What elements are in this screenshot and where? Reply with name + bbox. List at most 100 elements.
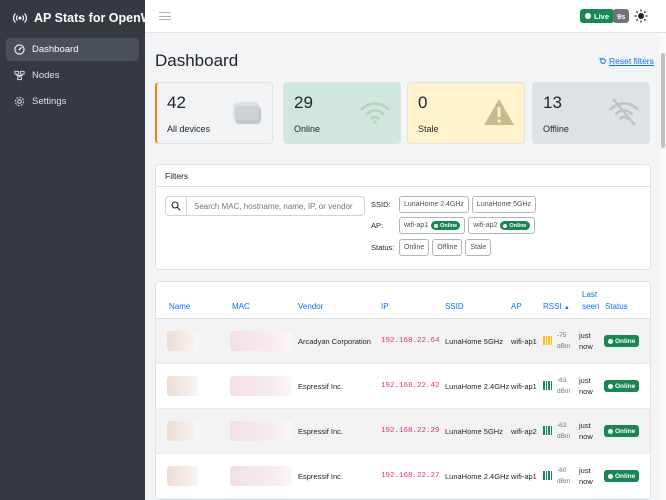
- cell-ip: 192.168.22.64: [381, 337, 440, 345]
- gauge-icon: [14, 44, 25, 55]
- table-row[interactable]: Espressif Inc. 192.168.22.29 LunaHome 5GHz…: [156, 409, 650, 454]
- table-row[interactable]: Espressif Inc. 192.168.22.27 LunaHome 2.4G…: [156, 454, 650, 499]
- status-dot-icon: [608, 383, 613, 389]
- cell-vendor: Espressif Inc.: [298, 472, 344, 481]
- cell-ap: wifi-ap1: [511, 382, 537, 391]
- sun-icon[interactable]: [634, 9, 648, 23]
- scrollbar-thumb[interactable]: [661, 53, 665, 148]
- ssid-chip[interactable]: LunaHome 2.4GHz: [399, 196, 469, 213]
- cell-last-seen: just now: [579, 376, 593, 396]
- sidebar-item-settings[interactable]: Settings: [6, 90, 139, 113]
- ssid-label: SSID:: [371, 200, 391, 209]
- table-row[interactable]: Arcadyan Corporation 192.168.22.64 LunaHom…: [156, 319, 650, 364]
- scrollbar[interactable]: [660, 33, 666, 500]
- status-dot-icon: [608, 428, 613, 434]
- card-offline[interactable]: 13 Offline: [532, 82, 650, 144]
- search-box: [165, 196, 365, 216]
- status-filter-row: Status: Online Offline Stale: [371, 239, 492, 256]
- card-value: 13: [543, 93, 562, 112]
- table-row[interactable]: Espressif Inc. 192.168.22.42 LunaHome 2.4G…: [156, 364, 650, 409]
- sidebar: AP Stats for OpenWrt Dashboard Nodes Set…: [0, 0, 161, 500]
- col-vendor[interactable]: Vendor: [298, 301, 323, 313]
- card-stale[interactable]: 0 Stale: [407, 82, 525, 144]
- cell-last-seen: just now: [579, 331, 593, 351]
- status-dot-icon: [608, 473, 613, 479]
- live-dot-icon: [585, 13, 591, 19]
- status-badge: Online: [604, 380, 640, 392]
- redacted-mac: [230, 376, 292, 396]
- sidebar-item-dashboard[interactable]: Dashboard: [6, 38, 139, 61]
- filters-title: Filters: [156, 165, 650, 187]
- ssid-chip[interactable]: LunaHome 5GHz: [471, 196, 537, 213]
- sidebar-nav: Dashboard Nodes Settings: [0, 35, 145, 119]
- cell-ap: wifi-ap1: [511, 337, 537, 346]
- redacted-name: [167, 331, 199, 351]
- cell-ip: 192.168.22.42: [381, 382, 440, 390]
- page-title: Dashboard: [155, 51, 239, 70]
- summary-cards: 42 All devices 29 Online 0 Stale 13 Offl…: [155, 82, 651, 144]
- col-last-seen[interactable]: Last seen: [582, 289, 599, 313]
- sort-up-icon: ▲: [563, 305, 570, 311]
- cell-ssid: LunaHome 2.4GHz: [445, 382, 510, 391]
- devices-table: Name MAC Vendor IP SSID AP RSSI ▲ Last se…: [155, 281, 651, 500]
- main-content: Dashboard Reset filters 42 All devices 2…: [145, 33, 666, 500]
- reset-icon: [599, 57, 606, 64]
- status-chip[interactable]: Offline: [432, 239, 463, 256]
- wifi-icon: [360, 102, 390, 124]
- status-chip[interactable]: Online: [399, 239, 430, 256]
- cell-rssi: -63 dBm: [557, 422, 571, 440]
- app-title: AP Stats for OpenWrt: [34, 10, 162, 25]
- sidebar-item-label: Nodes: [32, 70, 60, 81]
- live-badge[interactable]: Live: [580, 9, 615, 23]
- col-ssid[interactable]: SSID: [445, 301, 464, 313]
- search-icon[interactable]: [166, 197, 187, 215]
- nodes-icon: [14, 70, 25, 81]
- col-name[interactable]: Name: [169, 301, 190, 313]
- refresh-interval-badge[interactable]: 9s: [613, 9, 630, 23]
- status-label: Status:: [371, 243, 395, 252]
- status-dot-icon: [608, 338, 613, 344]
- cell-last-seen: just now: [579, 421, 593, 441]
- redacted-name: [167, 466, 199, 486]
- card-online[interactable]: 29 Online: [283, 82, 401, 144]
- cell-vendor: Arcadyan Corporation: [298, 337, 371, 346]
- signal-icon: [543, 426, 552, 435]
- redacted-name: [167, 421, 199, 441]
- cell-ap: wifi-ap1: [511, 472, 537, 481]
- col-rssi[interactable]: RSSI ▲: [543, 301, 570, 314]
- cell-ap: wifi-ap2: [511, 427, 537, 436]
- search-input[interactable]: [187, 197, 364, 215]
- ap-chip[interactable]: wifi-ap2 Online: [468, 217, 535, 234]
- status-badge: Online: [604, 335, 640, 347]
- status-badge: Online: [604, 425, 640, 437]
- col-ip[interactable]: IP: [381, 301, 389, 313]
- sidebar-item-label: Settings: [32, 96, 67, 107]
- broadcast-icon: [12, 10, 28, 26]
- cell-rssi: -60 dBm: [557, 467, 571, 485]
- cell-vendor: Espressif Inc.: [298, 427, 344, 436]
- redacted-mac: [230, 466, 292, 486]
- ap-filter-row: AP: wifi-ap1 Online wifi-ap2 Online: [371, 217, 535, 234]
- menu-toggle-icon[interactable]: [159, 10, 171, 22]
- cell-ssid: LunaHome 2.4GHz: [445, 472, 510, 481]
- signal-icon: [543, 336, 552, 345]
- status-chip[interactable]: Stale: [465, 239, 492, 256]
- card-all-devices[interactable]: 42 All devices: [155, 82, 273, 144]
- topbar: Live 9s: [145, 0, 666, 33]
- router-icon: [233, 102, 261, 124]
- reset-filters-link[interactable]: Reset filters: [599, 56, 654, 66]
- col-status[interactable]: Status: [605, 301, 628, 313]
- col-mac[interactable]: MAC: [232, 301, 250, 313]
- brand[interactable]: AP Stats for OpenWrt: [0, 0, 161, 35]
- cell-last-seen: just now: [579, 466, 593, 486]
- ap-chip[interactable]: wifi-ap1 Online: [399, 217, 466, 234]
- ap-label: AP:: [371, 221, 384, 230]
- signal-icon: [543, 381, 552, 390]
- sidebar-item-nodes[interactable]: Nodes: [6, 64, 139, 87]
- cell-rssi: -75 dBm: [557, 332, 571, 350]
- cell-vendor: Espressif Inc.: [298, 382, 344, 391]
- signal-icon: [543, 471, 552, 480]
- cell-ssid: LunaHome 5GHz: [445, 337, 503, 346]
- col-ap[interactable]: AP: [511, 301, 522, 313]
- filters-panel: Filters SSID: LunaHome 2.4GHz LunaHome 5…: [155, 164, 651, 270]
